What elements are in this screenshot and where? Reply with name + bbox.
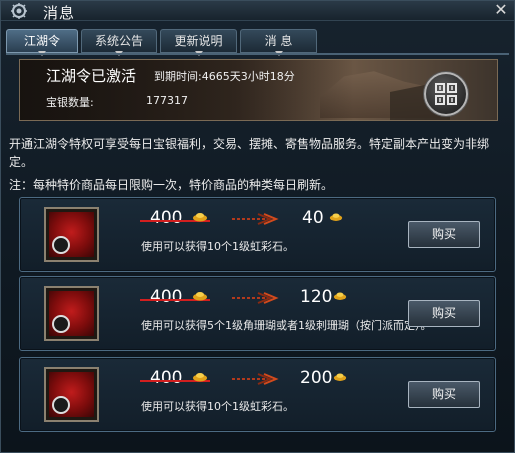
buy-button[interactable]: 购买: [408, 381, 480, 408]
new-price: 200: [300, 368, 333, 388]
status-banner: 江湖令已激活 到期时间:4665天3小时18分 宝银数量: 177317: [19, 59, 498, 121]
item-icon[interactable]: [44, 207, 99, 262]
gold-ingot-icon: [193, 292, 207, 301]
arrow-right-icon: [232, 213, 279, 225]
bind-badge-icon: [52, 396, 70, 414]
purchase-note: 注：每种特价商品每日限购一次，特价商品的种类每日刷新。: [9, 178, 334, 192]
item-description: 使用可以获得10个1级虹彩石。: [141, 240, 294, 253]
item-icon[interactable]: [44, 286, 99, 341]
bind-badge-icon: [52, 236, 70, 254]
tab-jianghuling[interactable]: 江湖令: [6, 29, 78, 56]
window-title: 消息: [43, 4, 76, 22]
close-icon[interactable]: ✕: [492, 1, 510, 19]
gold-ingot-icon: [333, 292, 347, 300]
silver-amount: 177317: [146, 94, 188, 107]
tab-label: 系统公告: [94, 34, 143, 48]
tab-label: 消 息: [264, 34, 293, 48]
new-price: 40: [302, 208, 324, 228]
gold-ingot-icon: [333, 373, 347, 381]
jianghu-seal-icon[interactable]: [424, 72, 468, 116]
privilege-description: 开通江湖令特权可享受每日宝银福利，交易、摆摊、寄售物品服务。特定副本产出变为非绑…: [9, 137, 490, 169]
item-description: 使用可以获得5个1级角珊瑚或者1级刺珊瑚（按门派而定）。: [141, 319, 432, 332]
gear-icon: [11, 3, 27, 19]
tab-bar: 江湖令 系统公告 更新说明 消 息: [6, 29, 317, 56]
arrow-right-icon: [232, 292, 279, 304]
tab-messages[interactable]: 消 息: [240, 29, 317, 56]
buy-button[interactable]: 购买: [408, 221, 480, 248]
bind-badge-icon: [52, 315, 70, 333]
list-item: 400 40 使用可以获得10个1级虹彩石。 购买: [19, 197, 496, 272]
item-description: 使用可以获得10个1级虹彩石。: [141, 400, 294, 413]
activation-status: 江湖令已激活: [46, 67, 137, 85]
tab-system-notice[interactable]: 系统公告: [81, 29, 157, 56]
gold-ingot-icon: [329, 213, 343, 221]
silver-label: 宝银数量:: [46, 96, 94, 109]
gold-ingot-icon: [193, 373, 207, 382]
new-price: 120: [300, 287, 333, 307]
tab-label: 更新说明: [174, 34, 223, 48]
tab-label: 江湖令: [23, 34, 60, 48]
expire-time: 到期时间:4665天3小时18分: [154, 70, 295, 83]
tab-divider: [6, 53, 509, 55]
old-price: 400: [150, 208, 183, 228]
item-icon[interactable]: [44, 367, 99, 422]
list-item: 400 200 使用可以获得10个1级虹彩石。 购买: [19, 357, 496, 432]
tab-update-notes[interactable]: 更新说明: [160, 29, 237, 56]
message-window: 消息 ✕ 江湖令 系统公告 更新说明 消 息 江湖令已激活 到期时间:4665天…: [0, 0, 515, 453]
old-price: 400: [150, 287, 183, 307]
title-bar[interactable]: 消息 ✕: [1, 1, 514, 22]
arrow-right-icon: [232, 373, 279, 385]
list-item: 400 120 使用可以获得5个1级角珊瑚或者1级刺珊瑚（按门派而定）。 购买: [19, 276, 496, 351]
buy-button[interactable]: 购买: [408, 300, 480, 327]
old-price: 400: [150, 368, 183, 388]
gold-ingot-icon: [193, 213, 207, 222]
